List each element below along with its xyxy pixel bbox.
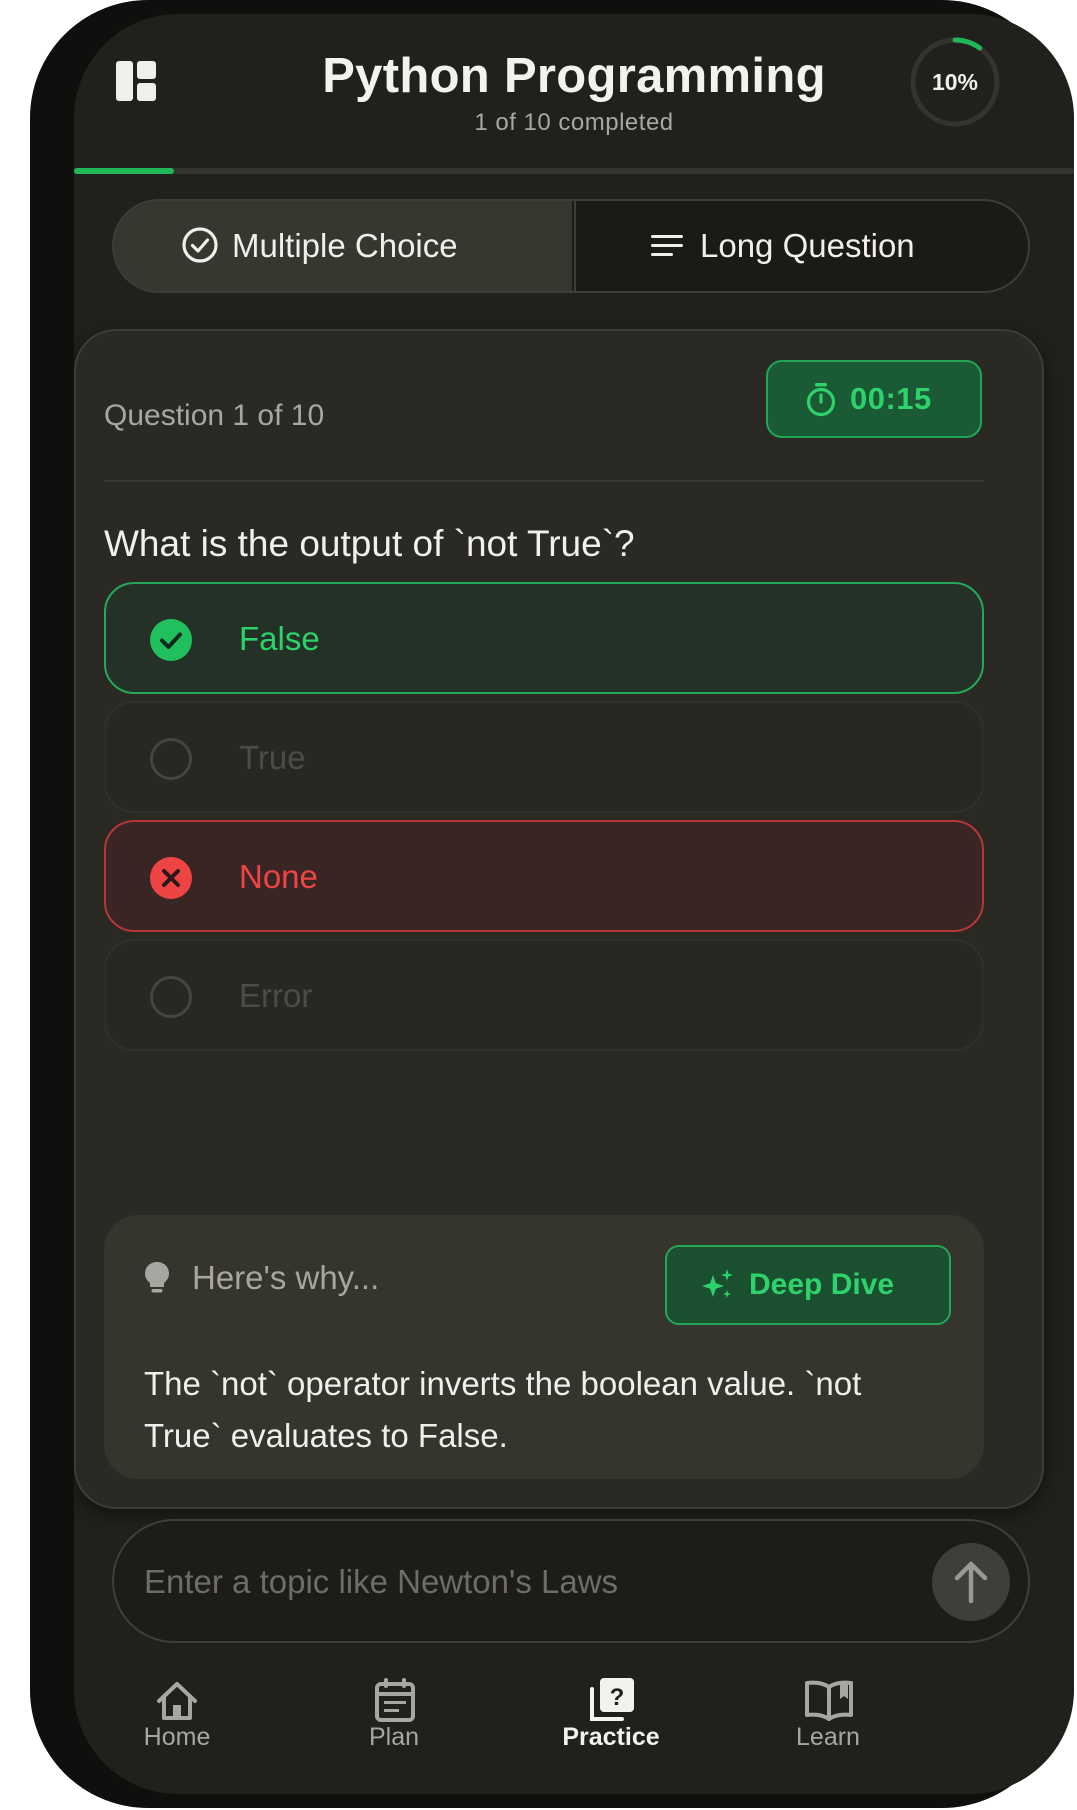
question-card: Question 1 of 10 00:15 What is the outpu… <box>74 329 1044 1509</box>
radio-empty-icon <box>150 738 192 780</box>
progress-bar <box>74 168 1074 174</box>
x-circle-filled-icon <box>150 857 192 899</box>
option-label: None <box>239 858 318 895</box>
topic-input-bar <box>112 1519 1030 1643</box>
option-false[interactable]: False <box>104 582 984 694</box>
divider <box>104 480 984 482</box>
arrow-up-icon <box>954 1561 988 1604</box>
home-icon <box>155 1679 199 1728</box>
progress-percent: 10% <box>931 69 979 95</box>
nav-plan[interactable]: Plan <box>294 1659 494 1769</box>
option-error[interactable]: Error <box>104 939 984 1051</box>
option-none[interactable]: None <box>104 820 984 932</box>
check-circle-filled-icon <box>150 619 192 661</box>
explanation-heading: Here's why... <box>192 1259 380 1296</box>
progress-ring: 10% <box>909 36 1001 128</box>
question-text: What is the output of `not True`? <box>104 523 635 564</box>
nav-label: Plan <box>368 1723 420 1751</box>
tab-label: Long Question <box>700 227 915 264</box>
deep-dive-label: Deep Dive <box>749 1268 895 1301</box>
stopwatch-icon <box>804 382 838 423</box>
nav-label: Home <box>143 1723 211 1751</box>
deep-dive-button[interactable]: Deep Dive <box>665 1245 951 1325</box>
question-cards-icon: ? <box>589 1677 635 1728</box>
radio-empty-icon <box>150 976 192 1018</box>
explanation-text: The `not` operator inverts the boolean v… <box>144 1365 862 1454</box>
nav-practice[interactable]: ? Practice <box>511 1659 711 1769</box>
nav-learn[interactable]: Learn <box>728 1659 928 1769</box>
tab-long-question[interactable]: Long Question <box>574 201 1028 291</box>
svg-text:?: ? <box>610 1684 625 1711</box>
option-label: True <box>239 739 306 776</box>
lines-icon <box>650 229 684 268</box>
tab-multiple-choice[interactable]: Multiple Choice <box>114 201 572 291</box>
bottom-nav: Home Plan ? Practice Learn <box>74 1659 1074 1794</box>
nav-label: Learn <box>796 1723 860 1751</box>
topic-input[interactable] <box>142 1551 886 1613</box>
send-button[interactable] <box>932 1543 1010 1621</box>
timer-badge: 00:15 <box>766 360 982 438</box>
lightbulb-icon <box>144 1261 170 1300</box>
phone-frame: Python Programming 1 of 10 completed 10%… <box>30 0 1074 1808</box>
option-label: Error <box>239 977 313 1014</box>
open-book-icon <box>804 1679 854 1726</box>
app-screen: Python Programming 1 of 10 completed 10%… <box>74 14 1074 1794</box>
timer-text: 00:15 <box>850 381 932 416</box>
nav-label: Practice <box>562 1723 660 1751</box>
question-counter: Question 1 of 10 <box>104 399 325 432</box>
tab-label: Multiple Choice <box>232 227 458 264</box>
sparkle-icon <box>701 1267 735 1308</box>
progress-bar-fill <box>74 168 174 174</box>
explanation-panel: Here's why... Deep Dive The `not` operat… <box>104 1215 984 1479</box>
nav-home[interactable]: Home <box>77 1659 277 1769</box>
option-true[interactable]: True <box>104 701 984 813</box>
option-label: False <box>239 620 320 657</box>
check-circle-icon <box>180 225 220 270</box>
calendar-icon <box>374 1677 416 1728</box>
mode-switcher: Multiple Choice Long Question <box>112 199 1030 293</box>
